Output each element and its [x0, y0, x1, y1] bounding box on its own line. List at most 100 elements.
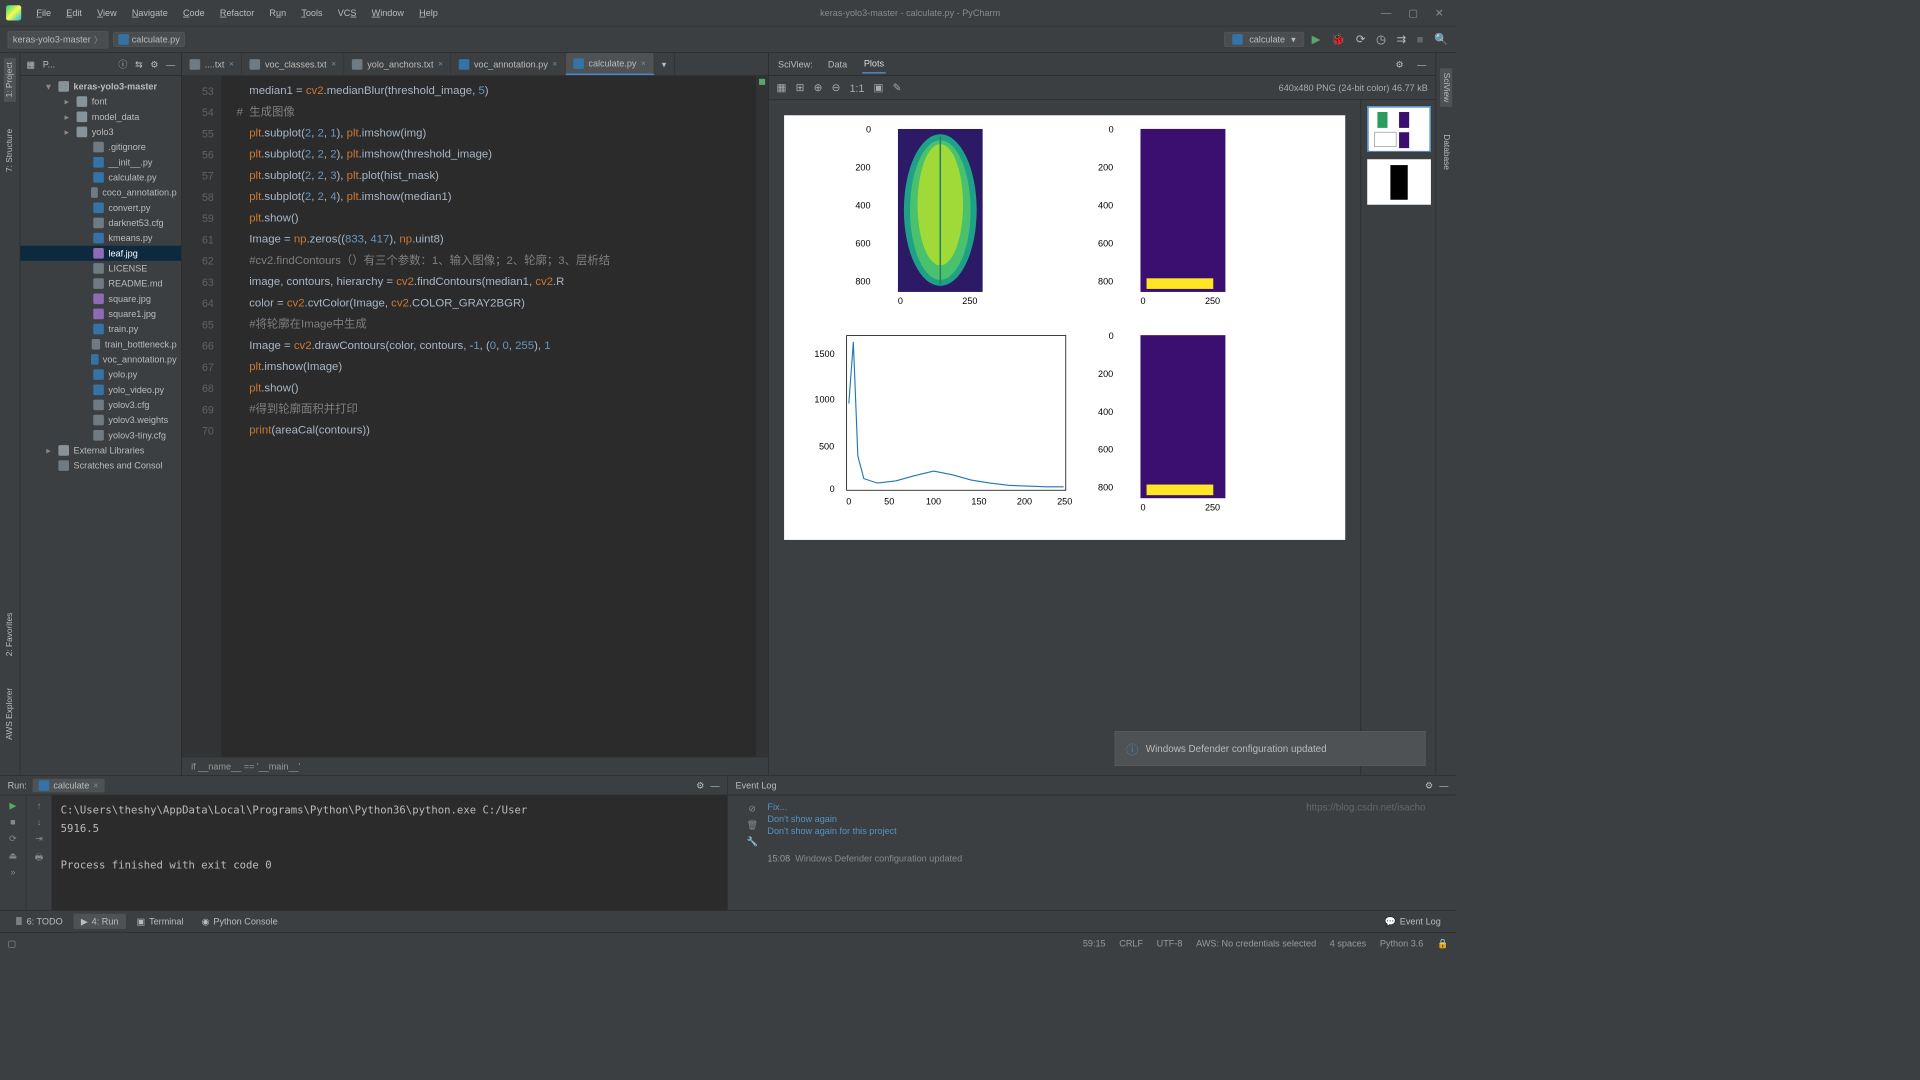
- tree-item-square-jpg[interactable]: square.jpg: [20, 291, 181, 306]
- up-icon[interactable]: ↑: [37, 800, 42, 811]
- sciview-tab-plots[interactable]: Plots: [862, 55, 885, 73]
- event-link-dontshowproject[interactable]: Don't show again for this project: [767, 826, 1446, 837]
- sb-lock-icon[interactable]: 🔒: [1437, 938, 1448, 949]
- tw-pyconsole[interactable]: ◉Python Console: [194, 914, 285, 929]
- tree-item-scratches-and-consol[interactable]: Scratches and Consol: [20, 458, 181, 473]
- sb-icon[interactable]: ▢: [8, 938, 17, 949]
- tree-item-leaf-jpg[interactable]: leaf.jpg: [20, 246, 181, 261]
- notification-balloon[interactable]: ⓘ Windows Defender configuration updated: [1115, 731, 1426, 766]
- tree-item-kmeans-py[interactable]: kmeans.py: [20, 231, 181, 246]
- run-tab[interactable]: calculate×: [33, 778, 105, 792]
- run-config-selector[interactable]: calculate ▾: [1224, 32, 1304, 47]
- menu-refactor[interactable]: Refactor: [212, 5, 262, 22]
- tree-item-font[interactable]: ▸font: [20, 94, 181, 109]
- hide-icon[interactable]: —: [711, 780, 720, 791]
- zoom-11[interactable]: 1:1: [850, 82, 865, 94]
- tree-item-yolov3-cfg[interactable]: yolov3.cfg: [20, 397, 181, 412]
- crumb-project[interactable]: keras-yolo3-master〉: [8, 31, 109, 48]
- sb-python[interactable]: Python 3.6: [1380, 938, 1424, 949]
- gear-icon[interactable]: ⚙: [1425, 780, 1433, 791]
- menu-view[interactable]: View: [90, 5, 125, 22]
- filter-icon[interactable]: ⊘: [748, 803, 756, 814]
- close-icon[interactable]: ✕: [1435, 6, 1444, 19]
- plot-thumb-1[interactable]: [1367, 106, 1431, 151]
- editor-tab-----txt[interactable]: ....txt×: [182, 53, 242, 75]
- menu-vcs[interactable]: VCS: [330, 5, 364, 22]
- event-link-fix[interactable]: Fix...: [767, 802, 1446, 813]
- tree-item-darknet53-cfg[interactable]: darknet53.cfg: [20, 215, 181, 230]
- run-icon[interactable]: ▶: [1312, 33, 1321, 47]
- tree-item-yolov3-tiny-cfg[interactable]: yolov3-tiny.cfg: [20, 428, 181, 443]
- exit-icon[interactable]: ⏏: [9, 850, 18, 861]
- editor-tab-calculate-py[interactable]: calculate.py×: [566, 53, 655, 75]
- editor-tab-yolo-anchors-txt[interactable]: yolo_anchors.txt×: [344, 53, 451, 75]
- editor-tab-more[interactable]: ▾: [654, 53, 674, 75]
- stop-icon[interactable]: ■: [10, 817, 15, 828]
- tree-item-convert-py[interactable]: convert.py: [20, 200, 181, 215]
- tab-database[interactable]: Database: [1440, 130, 1452, 175]
- tree-item-coco-annotation-p[interactable]: coco_annotation.p: [20, 185, 181, 200]
- more-icon[interactable]: »: [10, 867, 15, 878]
- tree-item-yolo3[interactable]: ▸yolo3: [20, 124, 181, 139]
- tab-sciview[interactable]: SciView: [1440, 68, 1452, 107]
- minimize-icon[interactable]: —: [1381, 6, 1392, 19]
- menu-tools[interactable]: Tools: [294, 5, 330, 22]
- menu-navigate[interactable]: Navigate: [124, 5, 175, 22]
- down-icon[interactable]: ↓: [37, 817, 42, 828]
- tab-project[interactable]: 1: Project: [4, 58, 16, 102]
- tw-todo[interactable]: ≣6: TODO: [8, 914, 71, 929]
- tree-item-keras-yolo3-master[interactable]: ▾keras-yolo3-master: [20, 79, 181, 94]
- scope-icon[interactable]: ⓘ: [118, 58, 127, 71]
- menu-code[interactable]: Code: [175, 5, 212, 22]
- wrench-icon[interactable]: 🔧: [747, 836, 758, 847]
- crumb-file[interactable]: calculate.py: [113, 32, 185, 47]
- maximize-icon[interactable]: ▢: [1408, 6, 1418, 19]
- run-output[interactable]: C:\Users\theshy\AppData\Local\Programs\P…: [52, 795, 728, 910]
- sb-aws[interactable]: AWS: No credentials selected: [1196, 938, 1316, 949]
- gear-icon[interactable]: ⚙: [696, 780, 704, 791]
- tab-aws[interactable]: AWS Explorer: [4, 683, 16, 744]
- tree-item-model-data[interactable]: ▸model_data: [20, 109, 181, 124]
- restart-icon[interactable]: ⟳: [9, 833, 17, 844]
- gear-icon[interactable]: ⚙: [150, 59, 158, 70]
- menu-help[interactable]: Help: [412, 5, 446, 22]
- stop-icon[interactable]: ■: [1417, 33, 1424, 46]
- tree-item-train-py[interactable]: train.py: [20, 322, 181, 337]
- profile-icon[interactable]: ◷: [1376, 33, 1386, 47]
- hide-icon[interactable]: —: [166, 59, 175, 70]
- wrap-icon[interactable]: ⇥: [35, 833, 43, 844]
- hide-icon[interactable]: —: [1417, 59, 1426, 70]
- fit-icon[interactable]: ▣: [873, 81, 883, 94]
- tree-item--gitignore[interactable]: .gitignore: [20, 140, 181, 155]
- menu-window[interactable]: Window: [364, 5, 412, 22]
- sb-indent[interactable]: 4 spaces: [1330, 938, 1366, 949]
- tw-eventlog[interactable]: 💬Event Log: [1377, 914, 1448, 929]
- tree-item-readme-md[interactable]: README.md: [20, 276, 181, 291]
- tab-structure[interactable]: 7: Structure: [4, 125, 16, 177]
- tree-item-calculate-py[interactable]: calculate.py: [20, 170, 181, 185]
- tree-item-voc-annotation-py[interactable]: voc_annotation.py: [20, 352, 181, 367]
- zoom-out-icon[interactable]: ⊖: [832, 81, 841, 94]
- collapse-icon[interactable]: ⇆: [135, 59, 143, 70]
- menu-edit[interactable]: Edit: [59, 5, 90, 22]
- tw-run[interactable]: ▶4: Run: [73, 914, 126, 929]
- sb-eol[interactable]: CRLF: [1119, 938, 1143, 949]
- coverage-icon[interactable]: ⟳: [1356, 33, 1366, 47]
- gear-icon[interactable]: ⚙: [1395, 59, 1403, 70]
- hide-icon[interactable]: —: [1439, 780, 1448, 791]
- tree-item-yolov3-weights[interactable]: yolov3.weights: [20, 413, 181, 428]
- grid1-icon[interactable]: ▦: [776, 81, 786, 94]
- sb-enc[interactable]: UTF-8: [1157, 938, 1183, 949]
- menu-run[interactable]: Run: [262, 5, 294, 22]
- sb-caret[interactable]: 59:15: [1083, 938, 1106, 949]
- edit-icon[interactable]: ✎: [893, 81, 902, 94]
- grid2-icon[interactable]: ⊞: [796, 81, 805, 94]
- print-icon[interactable]: 🖶: [35, 850, 44, 866]
- editor-tab-voc-annotation-py[interactable]: voc_annotation.py×: [451, 53, 565, 75]
- zoom-in-icon[interactable]: ⊕: [814, 81, 823, 94]
- rerun-icon[interactable]: ▶: [9, 800, 16, 811]
- code-editor[interactable]: median1 = cv2.medianBlur(threshold_image…: [221, 76, 756, 757]
- tree-item-train-bottleneck-p[interactable]: train_bottleneck.p: [20, 337, 181, 352]
- plot-thumb-2[interactable]: [1367, 159, 1431, 204]
- trash-icon[interactable]: 🗑: [746, 820, 758, 831]
